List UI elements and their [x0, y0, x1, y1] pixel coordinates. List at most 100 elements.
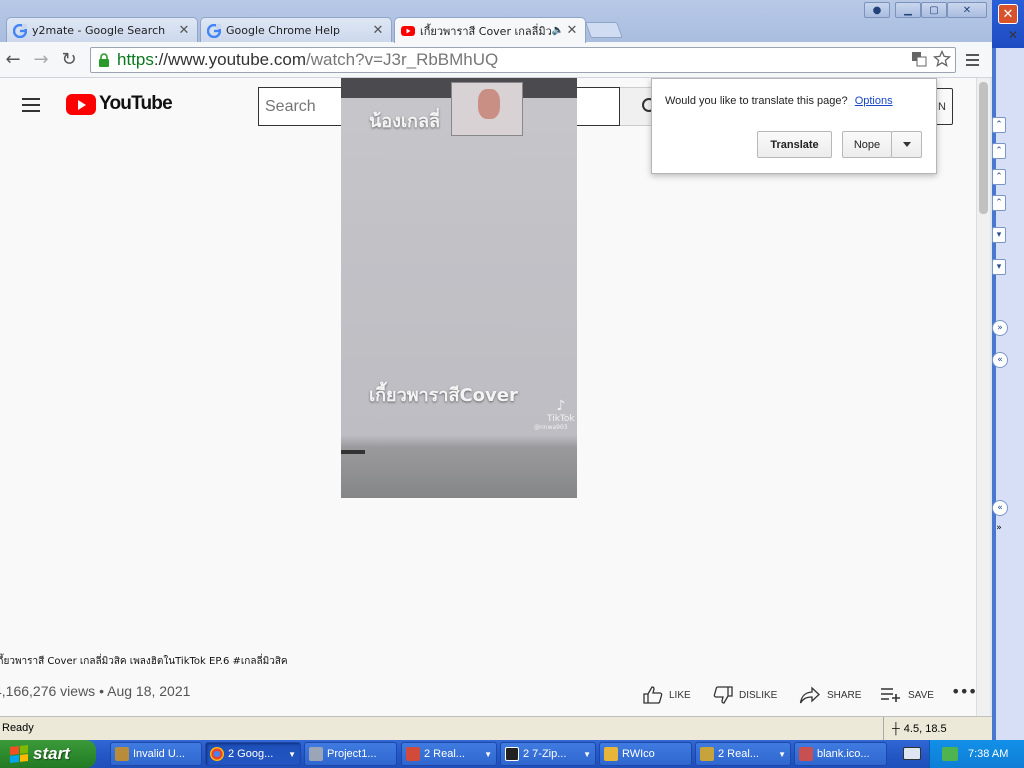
tiktok-icon: ♪: [556, 398, 566, 414]
chrome-menu-icon[interactable]: [962, 50, 982, 70]
share-button[interactable]: SHARE: [799, 686, 861, 704]
taskbar-item-label: 2 Real...: [424, 748, 465, 760]
youtube-icon: [401, 25, 415, 36]
collapse-icon[interactable]: ⌃: [992, 169, 1006, 185]
view-count: 4,166,276 views: [0, 683, 96, 699]
taskbar-item[interactable]: 2 Real... ▼: [695, 742, 791, 766]
keyboard-icon[interactable]: [903, 747, 921, 760]
like-button[interactable]: LIKE: [643, 686, 691, 704]
url-scheme: https: [117, 50, 154, 69]
translate-dropdown-button[interactable]: [891, 131, 922, 158]
youtube-logo-text: YouTube: [99, 93, 173, 114]
url-path: /watch?v=J3r_RbBMhUQ: [305, 50, 499, 69]
taskbar-item-label: Invalid U...: [133, 748, 185, 760]
taskbar-item[interactable]: Project1...: [304, 742, 397, 766]
taskbar-item-label: RWIco: [622, 748, 655, 760]
taskbar-item[interactable]: 2 7-Zip... ▼: [500, 742, 596, 766]
thumbs-down-icon: [713, 686, 733, 704]
thumbs-up-icon: [643, 686, 663, 704]
dropdown-icon[interactable]: ▾: [992, 227, 1006, 243]
app-icon: [309, 747, 323, 761]
video-overlay-top: น้องเกลลี่: [369, 111, 441, 132]
app-icon: [700, 747, 714, 761]
save-button[interactable]: SAVE: [880, 686, 934, 704]
start-label: start: [33, 744, 70, 763]
user-icon[interactable]: ●: [864, 2, 890, 18]
like-label: LIKE: [669, 689, 691, 701]
save-label: SAVE: [908, 689, 934, 701]
translate-question-text: Would you like to translate this page?: [665, 95, 848, 107]
dislike-button[interactable]: DISLIKE: [713, 686, 777, 704]
tab-youtube-video[interactable]: เกี้ยวพาราสี Cover เกลลี่มิวสิค 🔈 ✕: [394, 17, 586, 43]
close-icon[interactable]: ✕: [998, 4, 1018, 24]
close-icon[interactable]: ✕: [1008, 28, 1018, 42]
youtube-logo[interactable]: YouTube: [66, 93, 173, 115]
collapse-icon[interactable]: ⌃: [992, 195, 1006, 211]
youtube-play-icon: [66, 93, 96, 115]
taskbar-item-label: 2 Real...: [718, 748, 759, 760]
new-tab-button[interactable]: [585, 22, 623, 38]
close-icon[interactable]: ✕: [947, 2, 987, 18]
address-bar[interactable]: https://www.youtube.com/watch?v=J3r_RbBM…: [90, 47, 956, 73]
restore-icon[interactable]: ▢: [921, 2, 947, 18]
chrome-icon: [210, 747, 224, 761]
collapse-icon[interactable]: ⌃: [992, 117, 1006, 133]
network-icon[interactable]: [942, 747, 958, 761]
taskbar-item-label: 2 Goog...: [228, 748, 274, 760]
speaker-icon[interactable]: 🔈: [551, 25, 565, 36]
google-icon: [207, 23, 221, 38]
wall-poster: [451, 82, 523, 136]
start-button[interactable]: start: [0, 740, 96, 768]
collapse-icon[interactable]: ⌃: [992, 143, 1006, 159]
back-arrow-icon[interactable]: ←: [2, 48, 24, 70]
reload-icon[interactable]: ↻: [58, 48, 80, 70]
tab-title: เกี้ยวพาราสี Cover เกลลี่มิวสิค: [420, 24, 551, 38]
menu-icon[interactable]: [22, 98, 40, 112]
translate-icon[interactable]: [911, 51, 927, 67]
youtube-page: YouTube IN น้องเกลลี่ เกี้ยวพาราสีCover …: [0, 78, 976, 716]
app-icon: [115, 747, 129, 761]
upload-date: Aug 18, 2021: [107, 683, 191, 699]
star-icon[interactable]: [933, 50, 951, 68]
close-icon[interactable]: ✕: [371, 23, 385, 38]
caret-down-icon: ▼: [778, 749, 786, 759]
translate-button[interactable]: Translate: [757, 131, 832, 158]
collapse-icon[interactable]: «: [992, 500, 1008, 516]
taskbar-item[interactable]: RWIco: [599, 742, 692, 766]
tiktok-handle: @nnwa903: [533, 424, 568, 431]
chevron-icon[interactable]: »: [992, 520, 1006, 536]
translate-options-link[interactable]: Options: [855, 95, 893, 107]
cursor-coords: ┼ 4.5, 18.5: [883, 717, 947, 741]
nope-button[interactable]: Nope: [842, 131, 892, 158]
caret-down-icon: ▼: [484, 749, 492, 759]
scrollbar-thumb[interactable]: [979, 82, 988, 214]
tab-y2mate-search[interactable]: y2mate - Google Search ✕: [6, 17, 198, 43]
minimize-icon[interactable]: ▁: [895, 2, 921, 18]
clock[interactable]: 7:38 AM: [968, 748, 1008, 760]
close-icon[interactable]: ✕: [177, 23, 191, 38]
chrome-window: y2mate - Google Search ✕ Google Chrome H…: [0, 0, 992, 741]
video-overlay-caption: เกี้ยวพาราสีCover: [369, 385, 518, 406]
share-label: SHARE: [827, 689, 862, 701]
lock-icon: [99, 53, 109, 67]
taskbar-item[interactable]: 2 Real... ▼: [401, 742, 497, 766]
more-actions-icon[interactable]: •••: [951, 682, 976, 701]
close-icon[interactable]: ✕: [565, 23, 579, 38]
toolbar: ← → ↻ https://www.youtube.com/watch?v=J3…: [0, 42, 992, 78]
taskbar-item[interactable]: blank.ico...: [794, 742, 887, 766]
taskbar-item[interactable]: Invalid U...: [110, 742, 202, 766]
taskbar-item-label: Project1...: [327, 748, 377, 760]
windows-logo-icon: [10, 745, 28, 763]
collapse-icon[interactable]: «: [992, 352, 1008, 368]
dislike-label: DISLIKE: [739, 689, 778, 701]
tab-title: y2mate - Google Search: [32, 24, 166, 37]
video-meta: 4,166,276 views • Aug 18, 2021: [0, 683, 190, 699]
expand-icon[interactable]: »: [992, 320, 1008, 336]
dropdown-icon[interactable]: ▾: [992, 259, 1006, 275]
video-player[interactable]: น้องเกลลี่ เกี้ยวพาราสีCover ♪ TikTok @n…: [341, 78, 577, 498]
forward-arrow-icon[interactable]: →: [30, 48, 52, 70]
taskbar-item[interactable]: 2 Goog... ▼: [205, 742, 301, 766]
app-icon: [799, 747, 813, 761]
tab-chrome-help[interactable]: Google Chrome Help ✕: [200, 17, 392, 43]
page-scrollbar[interactable]: [976, 78, 990, 716]
